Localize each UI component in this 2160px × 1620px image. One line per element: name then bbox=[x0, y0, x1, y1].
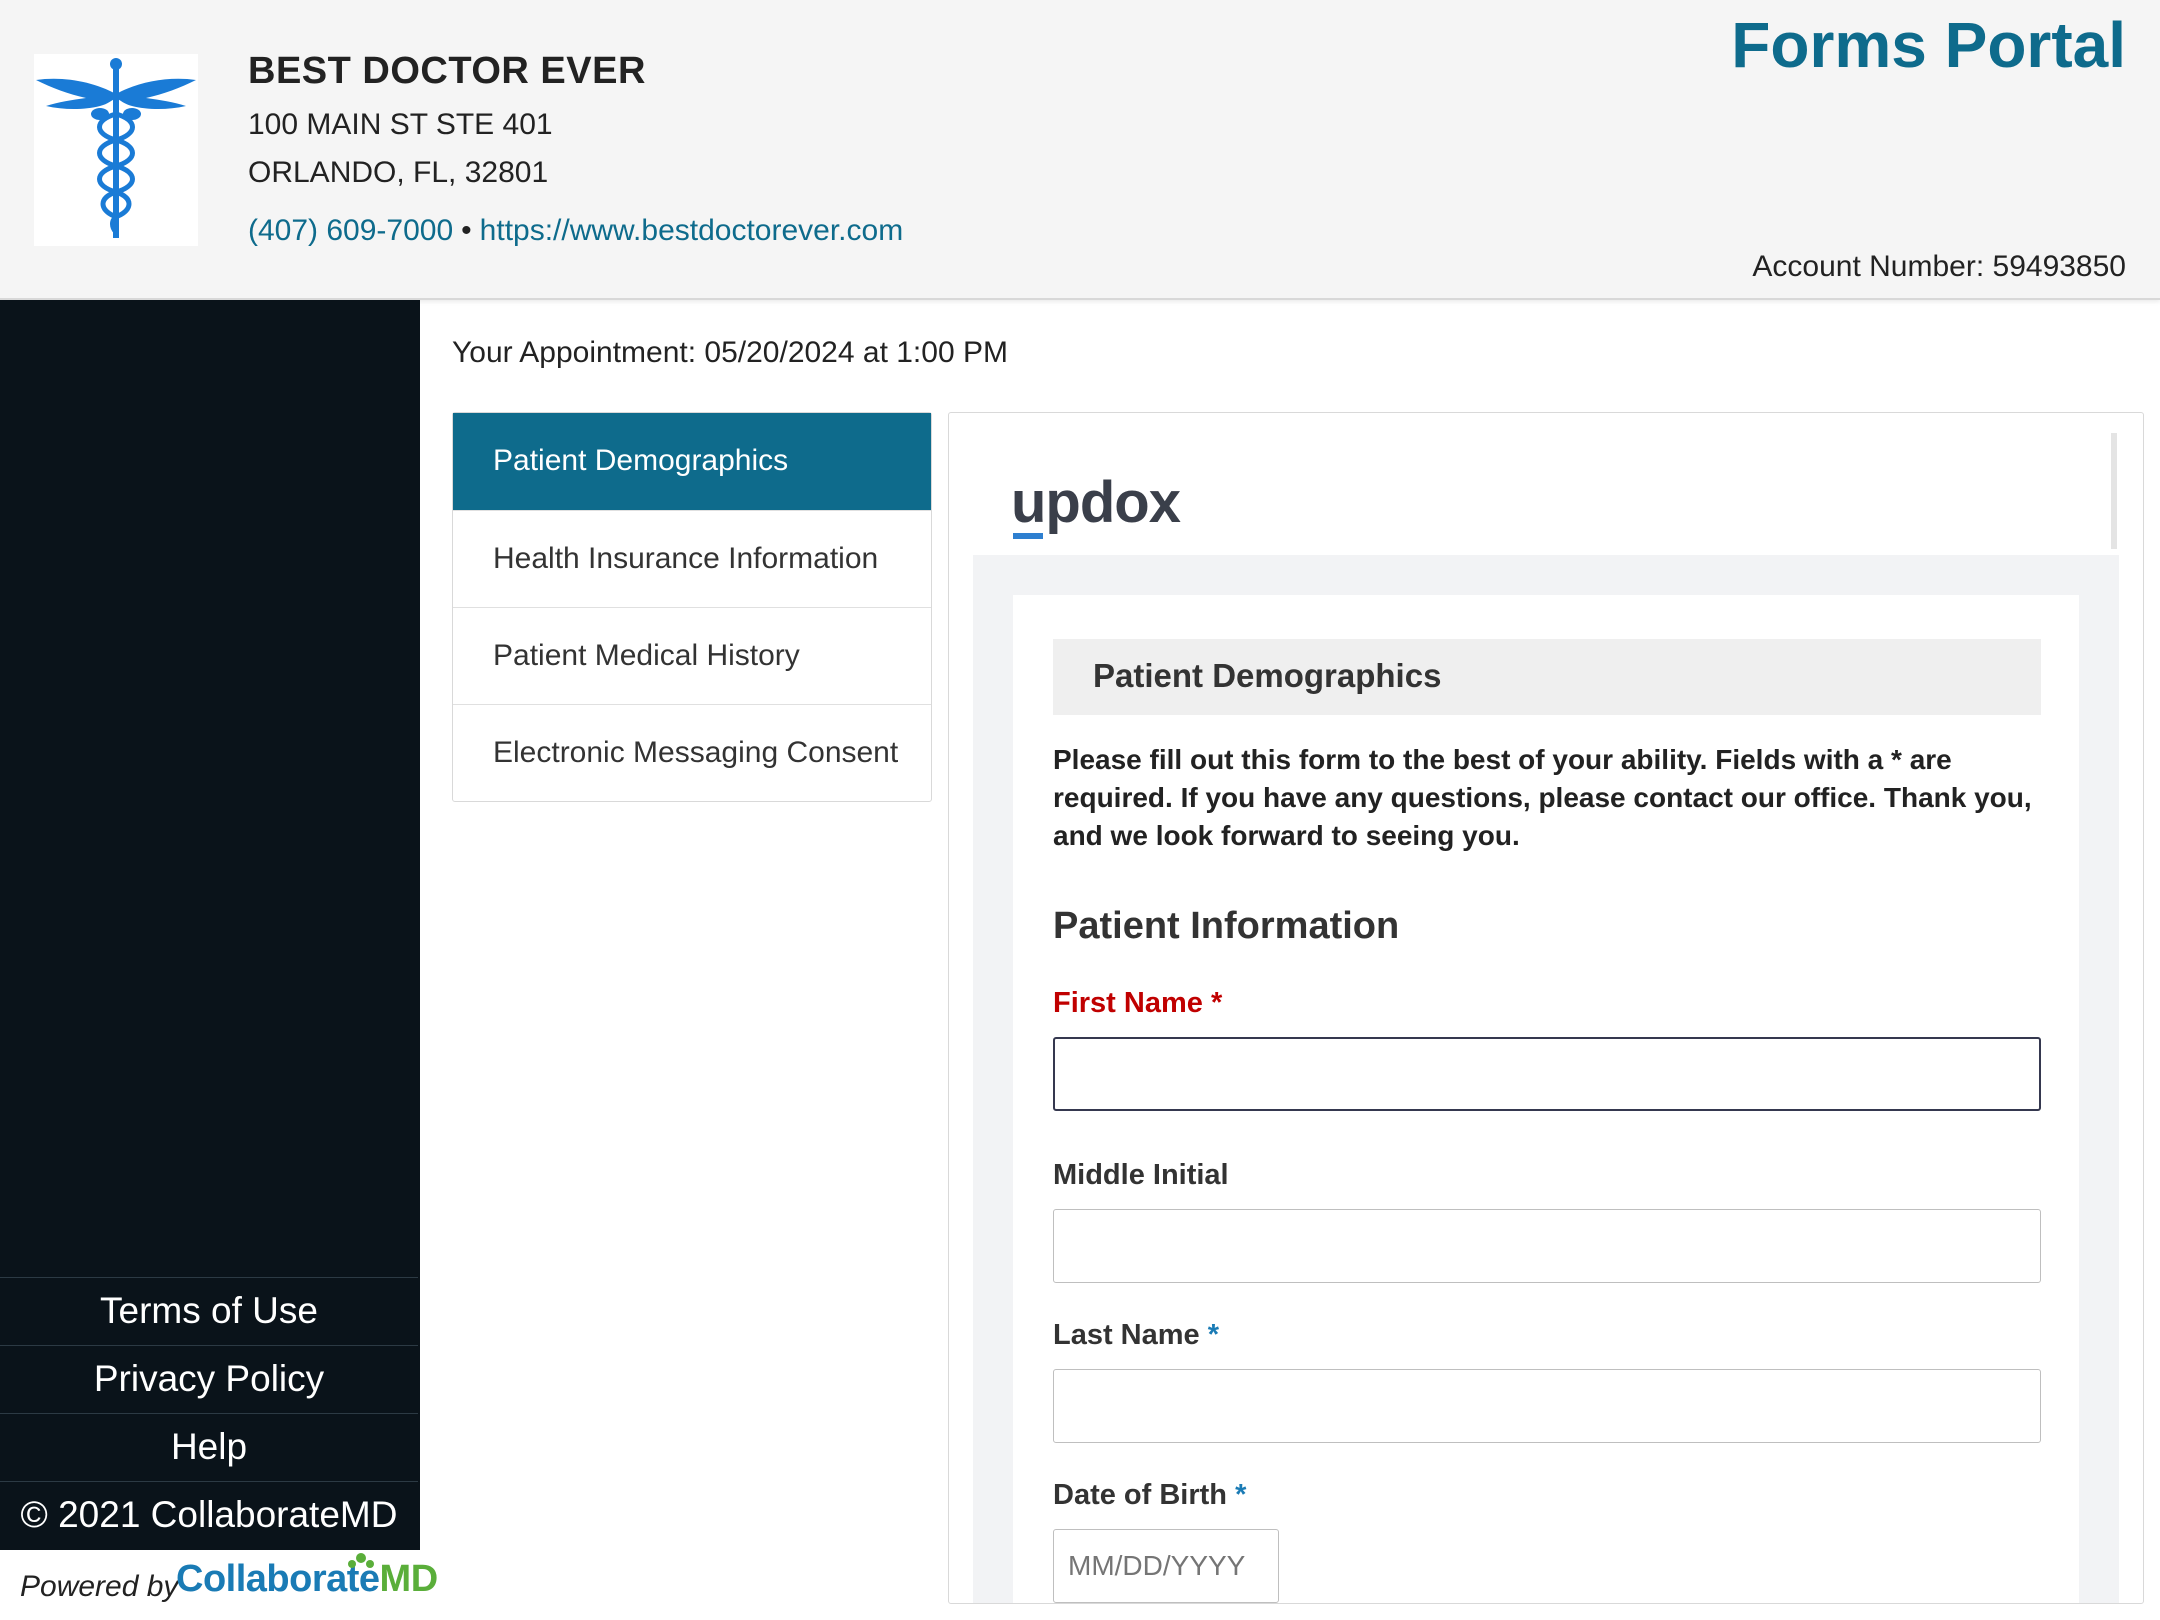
brand-dots-icon bbox=[348, 1553, 374, 1568]
phone-link[interactable]: (407) 609-7000 bbox=[248, 214, 453, 247]
date-of-birth-input[interactable] bbox=[1053, 1529, 1279, 1603]
form-heading: Patient Demographics bbox=[1093, 657, 1442, 694]
account-number: Account Number: 59493850 bbox=[1752, 250, 2126, 283]
nav-messaging-consent[interactable]: Electronic Messaging Consent bbox=[453, 704, 931, 801]
contact-separator: • bbox=[461, 214, 472, 247]
updox-logo: updox bbox=[1011, 470, 1181, 535]
form-panel: updox Patient Demographics Please fill o… bbox=[948, 412, 2144, 1604]
required-marker: * bbox=[1210, 987, 1223, 1019]
required-marker: * bbox=[1207, 1319, 1220, 1351]
sidebar: Terms of Use Privacy Policy Help © 2021 … bbox=[0, 300, 438, 1620]
date-of-birth-label: Date of Birth * bbox=[1053, 1479, 1246, 1512]
website-link[interactable]: https://www.bestdoctorever.com bbox=[480, 214, 904, 247]
first-name-input[interactable] bbox=[1053, 1037, 2041, 1111]
header: BEST DOCTOR EVER 100 MAIN ST STE 401 ORL… bbox=[0, 0, 2160, 300]
terms-of-use-link[interactable]: Terms of Use bbox=[0, 1277, 418, 1345]
first-name-label: First Name * bbox=[1053, 987, 1222, 1020]
privacy-policy-link[interactable]: Privacy Policy bbox=[0, 1345, 418, 1413]
last-name-label-text: Last Name bbox=[1053, 1319, 1200, 1351]
portal-title: Forms Portal bbox=[1731, 9, 2126, 81]
nav-health-insurance[interactable]: Health Insurance Information bbox=[453, 510, 931, 607]
vendor-header: updox bbox=[973, 433, 2117, 569]
caduceus-icon bbox=[36, 58, 196, 238]
updox-logo-accent bbox=[1013, 533, 1043, 539]
required-marker: * bbox=[1235, 1479, 1247, 1511]
practice-address-line2: ORLANDO, FL, 32801 bbox=[248, 156, 549, 189]
practice-name: BEST DOCTOR EVER bbox=[248, 50, 646, 92]
nav-patient-demographics[interactable]: Patient Demographics bbox=[453, 413, 931, 510]
powered-by-label: Powered by bbox=[20, 1570, 179, 1603]
form-card: Patient Demographics Please fill out thi… bbox=[1013, 595, 2079, 1603]
powered-by-banner[interactable]: Powered by CollaborateMD bbox=[0, 1550, 438, 1620]
form-section-nav: Patient Demographics Health Insurance In… bbox=[452, 412, 932, 802]
contact-line: (407) 609-7000 • https://www.bestdoctoreve… bbox=[248, 214, 903, 248]
nav-medical-history[interactable]: Patient Medical History bbox=[453, 607, 931, 704]
last-name-input[interactable] bbox=[1053, 1369, 2041, 1443]
middle-initial-input[interactable] bbox=[1053, 1209, 2041, 1283]
practice-address-line1: 100 MAIN ST STE 401 bbox=[248, 108, 553, 141]
date-of-birth-label-text: Date of Birth bbox=[1053, 1479, 1227, 1511]
copyright: © 2021 CollaborateMD bbox=[0, 1481, 418, 1549]
first-name-label-text: First Name bbox=[1053, 987, 1203, 1019]
form-instructions: Please fill out this form to the best of… bbox=[1053, 744, 2032, 851]
form-heading-bar: Patient Demographics bbox=[1053, 639, 2041, 715]
section-title: Patient Information bbox=[1053, 905, 1400, 947]
appointment-info: Your Appointment: 05/20/2024 at 1:00 PM bbox=[452, 336, 1008, 369]
help-link[interactable]: Help bbox=[0, 1413, 418, 1481]
brand-suffix: MD bbox=[379, 1558, 439, 1600]
form-frame: Patient Demographics Please fill out thi… bbox=[973, 555, 2119, 1603]
header-scrollbar[interactable] bbox=[2111, 433, 2117, 549]
middle-initial-label: Middle Initial bbox=[1053, 1159, 1229, 1191]
collaboratemd-logo: CollaborateMD bbox=[176, 1558, 438, 1601]
practice-logo bbox=[34, 54, 198, 246]
last-name-label: Last Name * bbox=[1053, 1319, 1219, 1352]
